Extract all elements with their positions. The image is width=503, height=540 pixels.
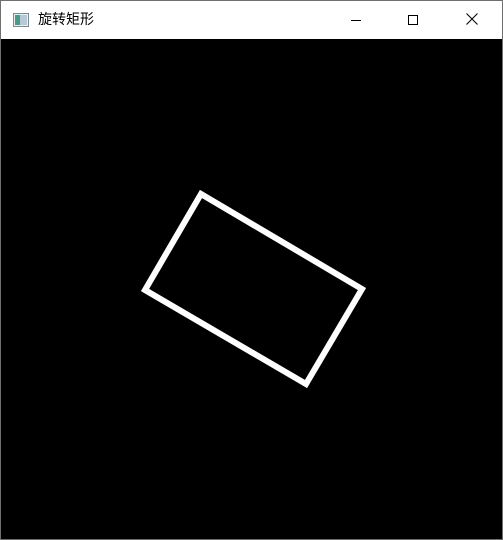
- app-window-icon: [13, 12, 29, 27]
- window-title: 旋转矩形: [38, 12, 94, 28]
- close-icon: [465, 11, 479, 30]
- drawing-canvas[interactable]: [1, 39, 502, 539]
- minimize-button[interactable]: [333, 1, 379, 39]
- rotated-rectangle: [140, 189, 367, 389]
- minimize-icon: [350, 11, 362, 30]
- app-window: 旋转矩形: [0, 0, 503, 540]
- canvas-svg: [140, 189, 367, 389]
- title-bar[interactable]: 旋转矩形: [1, 1, 502, 39]
- maximize-icon: [407, 11, 419, 30]
- close-button[interactable]: [449, 1, 495, 39]
- maximize-button[interactable]: [390, 1, 436, 39]
